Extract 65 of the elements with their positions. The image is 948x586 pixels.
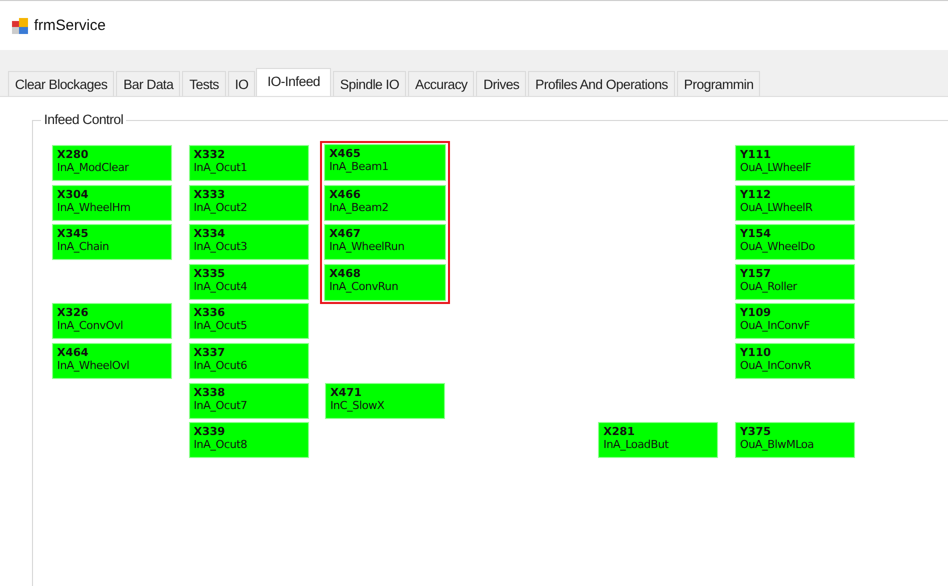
signal-address: X336 bbox=[194, 306, 226, 320]
signal-name: InA_Ocut3 bbox=[194, 240, 248, 254]
signal-address: X304 bbox=[57, 188, 90, 201]
signal-address: X464 bbox=[57, 346, 90, 359]
tab[interactable]: Programmin bbox=[676, 71, 760, 96]
signal-address: X280 bbox=[57, 148, 90, 161]
signal-address: Y111 bbox=[740, 148, 772, 161]
tab[interactable]: Accuracy bbox=[408, 71, 474, 96]
tab[interactable]: Tests bbox=[182, 71, 226, 96]
signal-address: Y157 bbox=[740, 266, 772, 280]
signal-name: InA_Beam1 bbox=[329, 160, 390, 173]
signal-address: X332 bbox=[194, 148, 226, 161]
signal-name: InA_Ocut2 bbox=[194, 200, 248, 214]
signal-name: InA_LoadBut bbox=[603, 438, 670, 452]
signal-address: X471 bbox=[330, 386, 363, 399]
tab[interactable]: Clear Blockages bbox=[8, 71, 114, 96]
signal-name: InA_WheelRun bbox=[329, 240, 406, 254]
tab[interactable]: Bar Data bbox=[116, 71, 180, 96]
signal-address: X338 bbox=[194, 386, 226, 399]
signal-address: X468 bbox=[329, 266, 362, 280]
tab[interactable]: IO bbox=[228, 71, 256, 96]
signal-name: InA_Ocut8 bbox=[194, 438, 248, 452]
signal-name: OuA_WheelDo bbox=[740, 240, 816, 254]
signal-name: InA_ConvOvl bbox=[57, 319, 124, 332]
signal-address: X467 bbox=[329, 227, 362, 240]
signal-address: Y112 bbox=[740, 188, 772, 201]
signal-address: X333 bbox=[194, 188, 226, 201]
signal-name: OuA_LWheelR bbox=[740, 200, 814, 214]
tab[interactable]: IO-Infeed bbox=[256, 68, 332, 96]
signal-name: OuA_InConvR bbox=[740, 358, 812, 372]
signal-name: InA_Ocut7 bbox=[194, 398, 248, 412]
signal-name: InA_WheelOvl bbox=[57, 358, 130, 372]
signal-address: X465 bbox=[329, 147, 362, 160]
signal-address: X466 bbox=[329, 188, 362, 201]
tab[interactable]: Drives bbox=[476, 71, 526, 96]
signal-name: InA_Ocut6 bbox=[194, 358, 248, 372]
signal-address: X337 bbox=[194, 346, 226, 359]
signal-name: OuA_BlwMLoa bbox=[740, 438, 815, 452]
window-title: frmService bbox=[34, 17, 106, 34]
signal-address: Y154 bbox=[740, 227, 772, 240]
signal-address: X334 bbox=[194, 227, 226, 240]
signal-name: InC_SlowX bbox=[330, 398, 386, 412]
signal-name: InA_Beam2 bbox=[329, 200, 390, 214]
signal-name: InA_Ocut1 bbox=[194, 161, 248, 174]
signal-address: Y375 bbox=[740, 425, 772, 438]
signal-name: OuA_Roller bbox=[740, 280, 798, 293]
signal-address: X339 bbox=[194, 425, 226, 438]
signal-address: X326 bbox=[57, 306, 90, 320]
signal-address: X345 bbox=[57, 227, 90, 240]
app-icon bbox=[12, 18, 28, 34]
signal-name: OuA_LWheelF bbox=[740, 161, 812, 174]
signal-name: InA_ModClear bbox=[57, 161, 130, 174]
signal-name: InA_ConvRun bbox=[329, 280, 400, 293]
signal-name: InA_Chain bbox=[57, 240, 110, 254]
group-title: Infeed Control bbox=[41, 112, 126, 127]
signal-address: Y109 bbox=[740, 306, 772, 320]
tab[interactable]: Spindle IO bbox=[333, 71, 406, 96]
signal-address: X335 bbox=[194, 266, 226, 280]
signal-name: OuA_InConvF bbox=[740, 319, 811, 332]
signal-name: InA_Ocut4 bbox=[194, 280, 248, 293]
tab[interactable]: Profiles And Operations bbox=[528, 71, 675, 96]
signal-address: Y110 bbox=[740, 346, 772, 359]
signal-address: X281 bbox=[603, 425, 636, 438]
signal-name: InA_WheelHm bbox=[57, 200, 132, 214]
signal-name: InA_Ocut5 bbox=[194, 319, 248, 332]
